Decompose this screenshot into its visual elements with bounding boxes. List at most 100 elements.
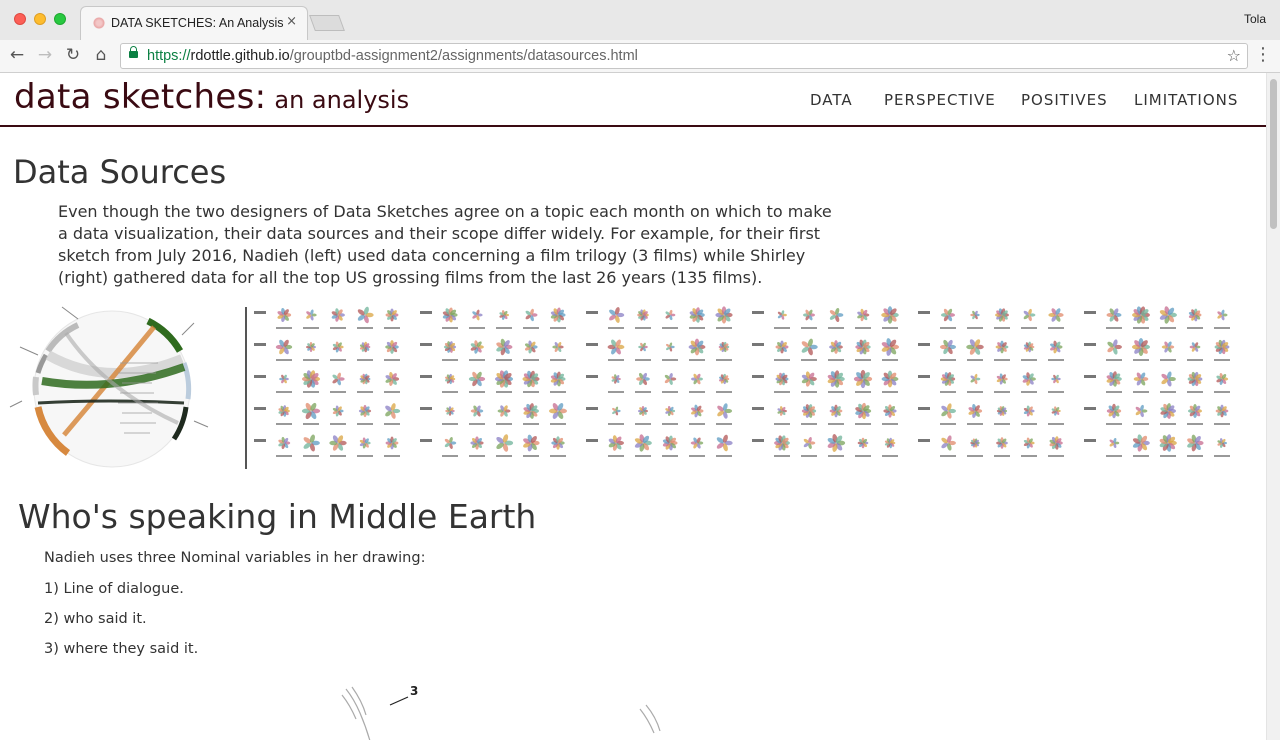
year-label-mark [420,407,432,410]
year-label-mark [254,311,266,314]
film-flower [550,341,566,361]
film-flower [1214,438,1230,457]
film-flower [828,340,844,361]
film-flower [1132,434,1150,457]
year-label-mark [1084,439,1096,442]
film-flower [1214,309,1230,329]
star-icon[interactable]: ☆ [1227,46,1241,65]
film-flower [1131,337,1151,361]
film-flower [357,306,374,329]
film-flower [608,406,624,425]
film-flower [550,436,566,457]
film-flower [608,307,625,329]
profile-name[interactable]: Tola [1244,12,1266,26]
film-flower [330,405,346,425]
film-flower [1048,308,1064,329]
who-speaking-lead: Nadieh uses three Nominal variables in h… [44,550,426,566]
forward-icon[interactable]: → [34,44,56,66]
film-flower [967,373,983,393]
film-flower [828,307,844,329]
film-flower [1106,339,1122,361]
film-flower [276,307,292,329]
film-flower [1160,403,1177,425]
film-flower [634,434,652,457]
browser-tab[interactable]: DATA SKETCHES: An Analysis × [80,6,308,40]
film-flower [688,338,706,361]
nav-perspective[interactable]: PERSPECTIVE [884,91,996,109]
film-flower [774,372,790,393]
film-flower [496,434,514,457]
film-flower [855,437,871,457]
film-flower [549,403,567,425]
film-flower [1214,372,1230,393]
film-flower [469,309,485,329]
film-flower [1160,341,1176,361]
film-flower [330,341,346,361]
film-flower [939,339,957,361]
film-flower [1048,340,1064,361]
menu-icon[interactable]: ⋮ [1254,44,1272,65]
film-flower [494,370,514,393]
film-flower [994,373,1010,393]
film-flower [357,373,373,393]
film-flower [276,436,292,457]
year-label-mark [752,439,764,442]
film-flower [442,437,458,457]
film-flower [882,437,898,457]
site-brand[interactable]: data sketches: an analysis [14,77,409,117]
film-flower [1106,371,1122,393]
nav-positives[interactable]: POSITIVES [1021,91,1108,109]
film-flower [635,342,651,361]
intro-paragraph: Even though the two designers of Data Sk… [58,202,832,287]
nav-limitations[interactable]: LIMITATIONS [1134,91,1238,109]
film-column [254,306,401,457]
year-label-mark [254,375,266,378]
film-flower [550,371,566,393]
page-scrollbar[interactable] [1266,73,1280,740]
year-label-mark [420,439,432,442]
sketch-comparison-image [8,303,1252,475]
film-flower [662,309,678,329]
film-flower [523,308,539,329]
list-item: 1) Line of dialogue. [44,581,184,597]
window-close-button[interactable] [14,13,26,25]
nav-data[interactable]: DATA [810,91,853,109]
film-flower [550,307,566,329]
scrollbar-thumb[interactable] [1270,79,1277,229]
data-sources-title: Data Sources [13,153,227,191]
window-minimize-button[interactable] [34,13,46,25]
year-label-mark [254,407,266,410]
film-flower [1021,308,1037,329]
home-icon[interactable]: ⌂ [90,44,112,66]
year-label-mark [918,439,930,442]
close-icon[interactable]: × [286,15,297,29]
film-flower [442,406,458,425]
film-flower [662,406,678,425]
new-tab-button[interactable] [309,15,345,31]
film-flower [1048,374,1064,393]
reload-icon[interactable]: ↻ [62,44,84,66]
film-flower [940,403,957,425]
nadieh-chord-sketch [9,306,209,468]
year-label-mark [586,439,598,442]
film-flower [940,435,956,457]
film-flower [855,402,872,425]
film-flower [1214,339,1230,361]
film-flower [1021,437,1037,457]
film-flower [523,340,539,361]
film-flower [1048,406,1064,425]
film-flower [881,306,899,329]
film-flower [496,310,512,329]
year-label-mark [1084,343,1096,346]
film-column [420,307,567,457]
lock-icon[interactable] [129,46,138,58]
who-speaking-title: Who's speaking in Middle Earth [18,497,537,536]
film-flower [801,309,817,329]
window-maximize-button[interactable] [54,13,66,25]
url-text[interactable]: https://rdottle.github.io/grouptbd-assig… [147,48,638,64]
year-label-mark [254,439,266,442]
address-bar[interactable]: https://rdottle.github.io/grouptbd-assig… [120,43,1248,69]
film-flower [384,436,400,457]
film-flower [1214,404,1230,425]
back-icon[interactable]: ← [6,44,28,66]
